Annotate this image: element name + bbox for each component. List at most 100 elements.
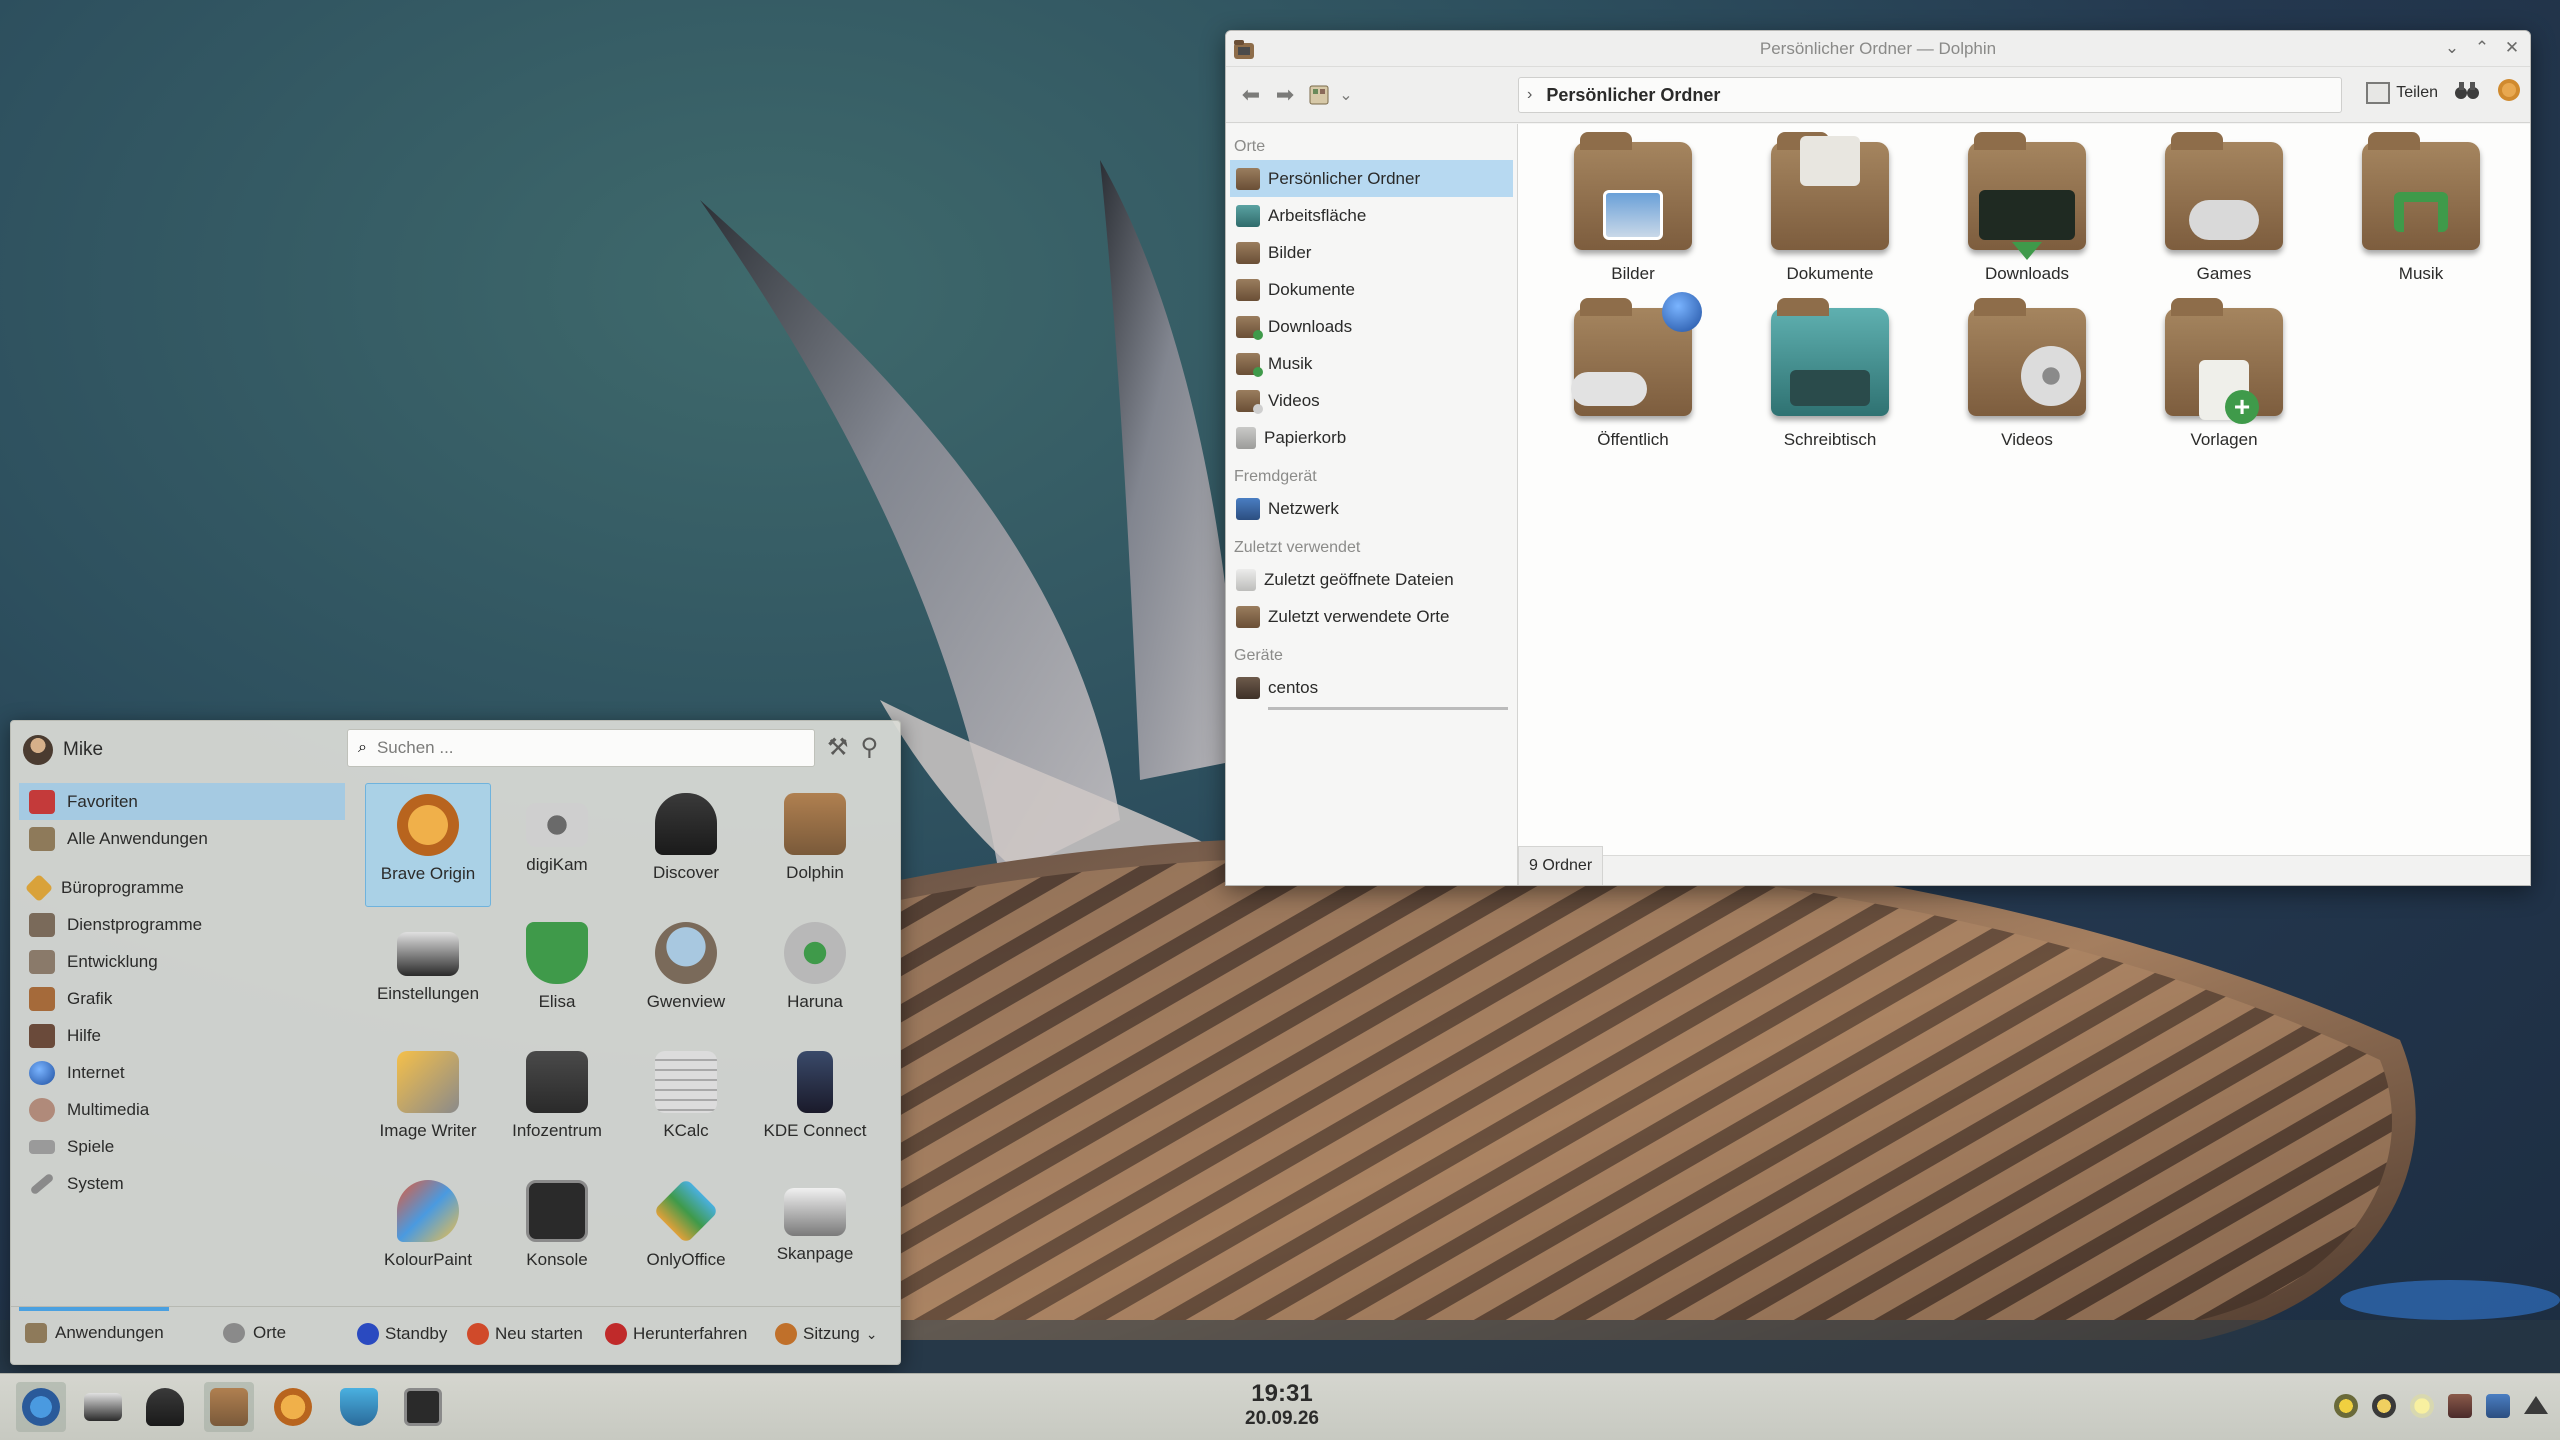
view-mode-dropdown[interactable]: ⌄ xyxy=(1336,78,1356,112)
tab-applications[interactable]: Anwendungen xyxy=(25,1323,164,1343)
notifications-icon[interactable] xyxy=(2372,1394,2396,1418)
app-dolphin[interactable]: Dolphin xyxy=(752,783,878,907)
category-office[interactable]: Büroprogramme xyxy=(19,869,345,906)
app-image-writer[interactable]: Image Writer xyxy=(365,1041,491,1165)
location-bar[interactable]: › Persönlicher Ordner xyxy=(1518,77,2342,113)
shutdown-button[interactable]: Herunterfahren xyxy=(605,1323,747,1345)
clipboard-icon[interactable] xyxy=(2448,1394,2472,1418)
taskbar-security[interactable] xyxy=(334,1382,384,1432)
close-button[interactable]: ✕ xyxy=(2502,37,2522,59)
user-info[interactable]: Mike xyxy=(23,735,103,765)
pin-button[interactable]: ⚲ xyxy=(861,733,879,762)
back-button[interactable]: ⬅ xyxy=(1234,78,1268,112)
folder-games[interactable]: Games xyxy=(2139,132,2309,302)
power-icon xyxy=(605,1323,627,1345)
place-recent-locations[interactable]: Zuletzt verwendete Orte xyxy=(1230,598,1513,635)
taskbar-konsole[interactable] xyxy=(398,1382,448,1432)
terminal-icon xyxy=(404,1388,442,1426)
app-onlyoffice[interactable]: OnlyOffice xyxy=(623,1170,749,1294)
network-icon[interactable] xyxy=(2486,1394,2510,1418)
discover-icon xyxy=(655,793,717,855)
standby-button[interactable]: Standby xyxy=(357,1323,447,1345)
remote-section-label: Fremdgerät xyxy=(1234,468,1317,485)
category-internet[interactable]: Internet xyxy=(19,1054,345,1091)
dolphin-window: Persönlicher Ordner — Dolphin ⌄ ⌃ ✕ ⬅ ➡ … xyxy=(1225,30,2531,886)
taskbar-brave[interactable] xyxy=(268,1382,318,1432)
place-network[interactable]: Netzwerk xyxy=(1230,490,1513,527)
app-discover[interactable]: Discover xyxy=(623,783,749,907)
category-system[interactable]: System xyxy=(19,1165,345,1202)
place-videos[interactable]: Videos xyxy=(1230,382,1513,419)
taskbar-dolphin[interactable] xyxy=(204,1382,254,1432)
app-haruna[interactable]: Haruna xyxy=(752,912,878,1036)
titlebar[interactable]: Persönlicher Ordner — Dolphin ⌄ ⌃ ✕ xyxy=(1226,31,2530,67)
app-digikam[interactable]: digiKam xyxy=(494,783,620,907)
tab-places[interactable]: Orte xyxy=(223,1323,286,1343)
configure-button[interactable]: ⚒ xyxy=(827,733,849,762)
search-button[interactable] xyxy=(2454,79,2480,106)
minimize-button[interactable]: ⌄ xyxy=(2442,37,2462,59)
expand-tray-icon[interactable] xyxy=(2524,1396,2548,1414)
restart-button[interactable]: Neu starten xyxy=(467,1323,583,1345)
pin-icon: ⚲ xyxy=(860,734,879,761)
folder-downloads[interactable]: Downloads xyxy=(1942,132,2112,302)
search-field[interactable]: ⌕ xyxy=(347,729,815,767)
place-downloads[interactable]: Downloads xyxy=(1230,308,1513,345)
category-graphics[interactable]: Grafik xyxy=(19,980,345,1017)
category-label: Spiele xyxy=(67,1136,115,1156)
hamburger-menu-button[interactable] xyxy=(2496,77,2522,108)
category-development[interactable]: Entwicklung xyxy=(19,943,345,980)
place-device-centos[interactable]: centos xyxy=(1230,669,1513,710)
app-kde-connect[interactable]: KDE Connect xyxy=(752,1041,878,1165)
session-menu-button[interactable]: Sitzung ⌄ xyxy=(775,1323,877,1345)
magnifier-icon xyxy=(655,922,717,984)
application-launcher: Mike ⌕ ⚒ ⚲ Favoriten Alle Anwendungen Bü… xyxy=(10,720,901,1365)
binoculars-icon xyxy=(2455,82,2479,99)
folder-musik[interactable]: Musik xyxy=(2336,132,2506,302)
calculator-icon xyxy=(655,1051,717,1113)
taskbar-settings[interactable] xyxy=(78,1382,128,1432)
night-light-icon[interactable] xyxy=(2410,1394,2434,1418)
app-konsole[interactable]: Konsole xyxy=(494,1170,620,1294)
folder-schreibtisch[interactable]: Schreibtisch xyxy=(1745,298,1915,468)
maximize-button[interactable]: ⌃ xyxy=(2472,37,2492,59)
folder-bilder[interactable]: Bilder xyxy=(1548,132,1718,302)
taskbar-discover[interactable] xyxy=(140,1382,190,1432)
app-kolourpaint[interactable]: KolourPaint xyxy=(365,1170,491,1294)
place-trash[interactable]: Papierkorb xyxy=(1230,419,1513,456)
app-kcalc[interactable]: KCalc xyxy=(623,1041,749,1165)
category-games[interactable]: Spiele xyxy=(19,1128,345,1165)
category-help[interactable]: Hilfe xyxy=(19,1017,345,1054)
forward-button[interactable]: ➡ xyxy=(1268,78,1302,112)
app-skanpage[interactable]: Skanpage xyxy=(752,1170,878,1294)
app-gwenview[interactable]: Gwenview xyxy=(623,912,749,1036)
place-documents[interactable]: Dokumente xyxy=(1230,271,1513,308)
folder-dokumente[interactable]: Dokumente xyxy=(1745,132,1915,302)
folder-vorlagen[interactable]: + Vorlagen xyxy=(2139,298,2309,468)
view-mode-button[interactable] xyxy=(1302,78,1336,112)
place-pictures[interactable]: Bilder xyxy=(1230,234,1513,271)
place-music[interactable]: Musik xyxy=(1230,345,1513,382)
place-desktop[interactable]: Arbeitsfläche xyxy=(1230,197,1513,234)
place-home[interactable]: Persönlicher Ordner xyxy=(1230,160,1513,197)
app-infozentrum[interactable]: Infozentrum xyxy=(494,1041,620,1165)
digital-clock[interactable]: 19:31 20.09.26 xyxy=(1182,1380,1382,1430)
share-button[interactable]: Teilen xyxy=(2366,81,2438,104)
app-brave-origin[interactable]: Brave Origin xyxy=(365,783,491,907)
app-label: Dolphin xyxy=(786,863,844,882)
restart-icon xyxy=(467,1323,489,1345)
media-player-icon[interactable] xyxy=(2334,1394,2358,1418)
search-input[interactable] xyxy=(376,738,777,758)
paintbrush-icon xyxy=(397,1180,459,1242)
category-multimedia[interactable]: Multimedia xyxy=(19,1091,345,1128)
category-favorites[interactable]: Favoriten xyxy=(19,783,345,820)
folder-videos[interactable]: Videos xyxy=(1942,298,2112,468)
app-settings[interactable]: Einstellungen xyxy=(365,912,491,1036)
category-all-apps[interactable]: Alle Anwendungen xyxy=(19,820,345,857)
app-elisa[interactable]: Elisa xyxy=(494,912,620,1036)
launcher-button[interactable] xyxy=(16,1382,66,1432)
breadcrumb[interactable]: Persönlicher Ordner xyxy=(1546,85,1720,106)
folder-oeffentlich[interactable]: Öffentlich xyxy=(1548,292,1718,468)
category-utilities[interactable]: Dienstprogramme xyxy=(19,906,345,943)
place-recent-files[interactable]: Zuletzt geöffnete Dateien xyxy=(1230,561,1513,598)
